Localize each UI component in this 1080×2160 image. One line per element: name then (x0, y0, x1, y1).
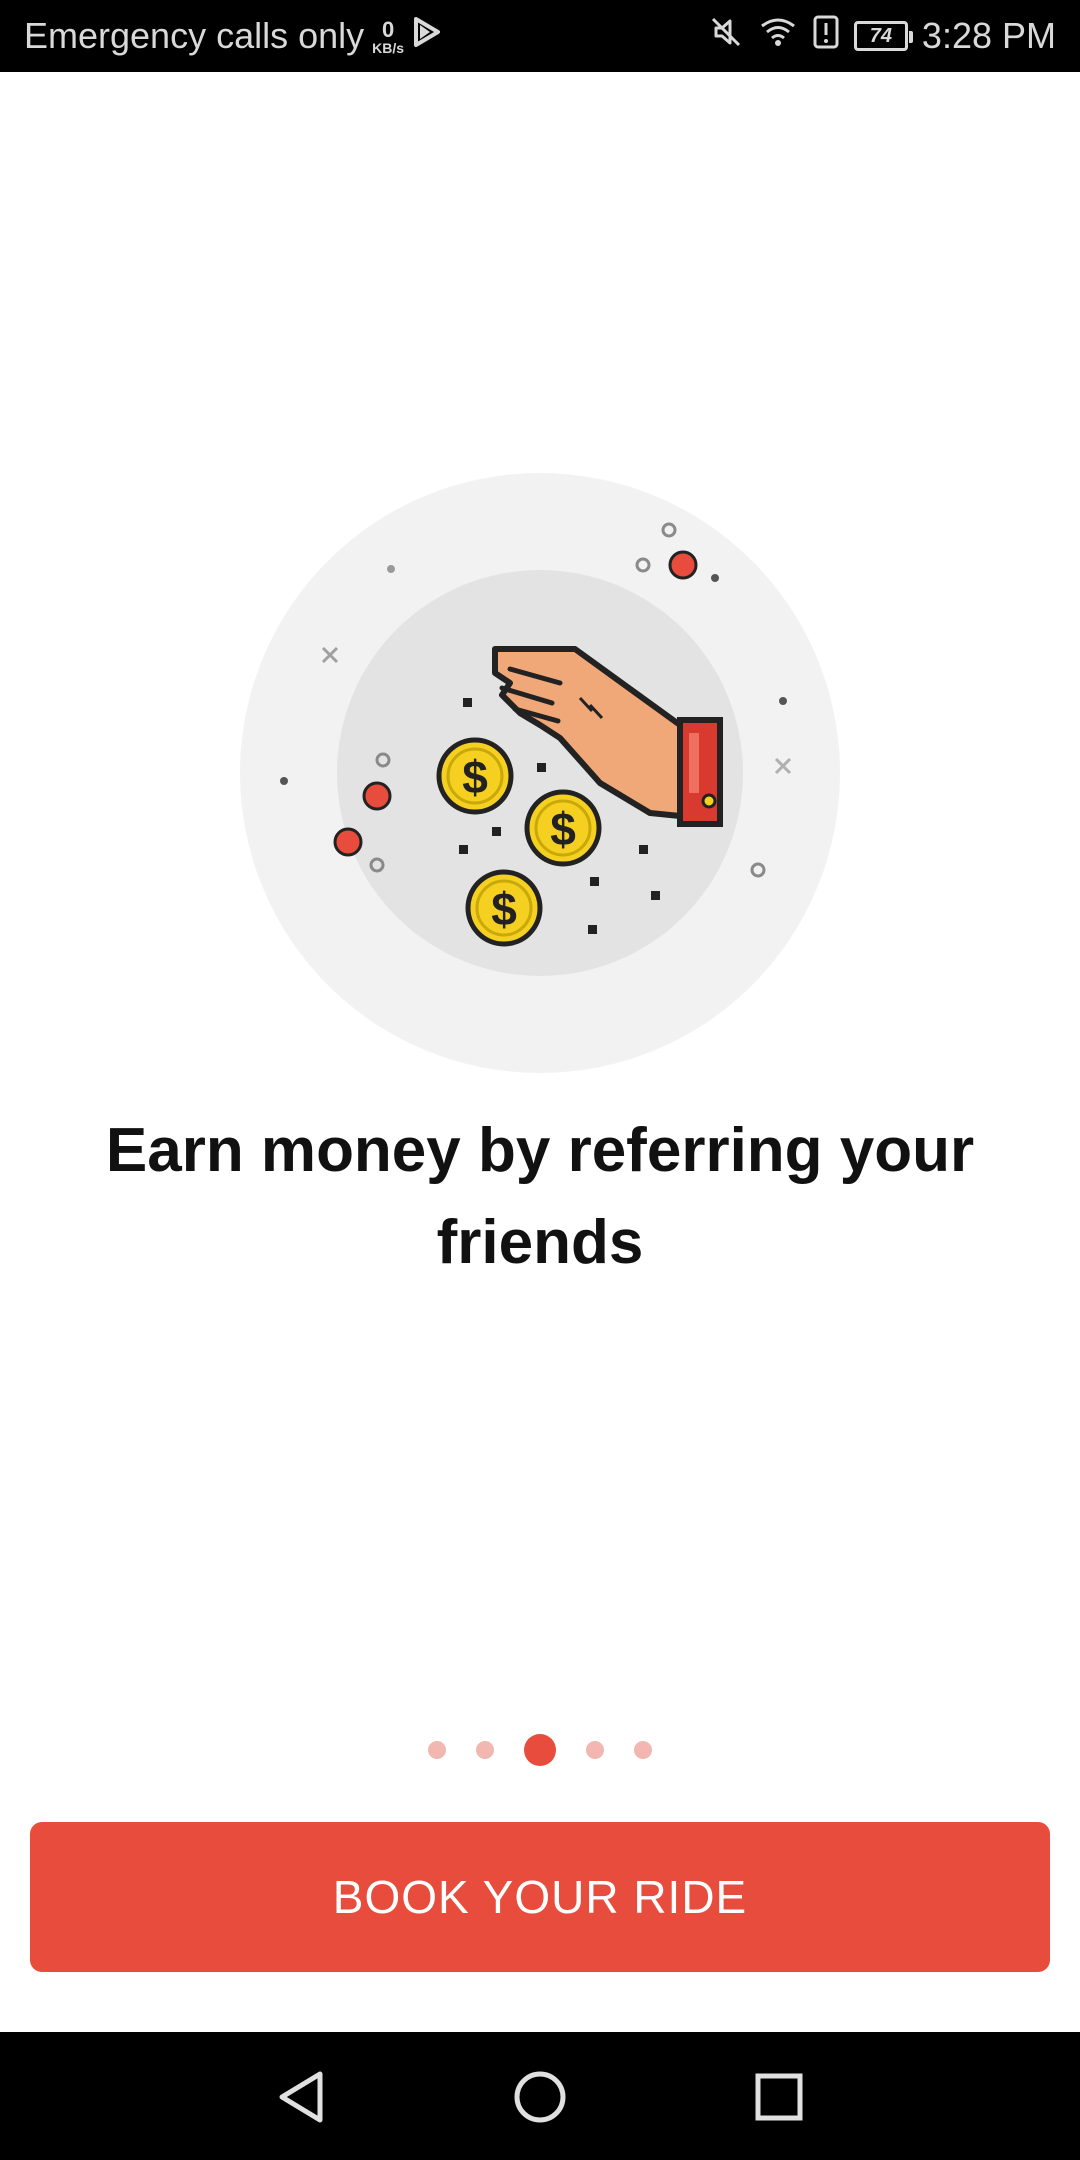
page-dot[interactable] (586, 1741, 604, 1759)
book-ride-button[interactable]: BOOK YOUR RIDE (30, 1822, 1050, 1972)
carrier-text: Emergency calls only (24, 15, 365, 56)
home-icon[interactable] (505, 2062, 575, 2132)
net-speed-value: 0 (381, 17, 395, 42)
coin-icon: $ (465, 869, 543, 947)
net-speed-unit: KB/s (372, 40, 405, 56)
onboarding-title: Earn money by referring your friends (105, 1116, 975, 1277)
clock: 3:28 PM (921, 15, 1056, 56)
page-indicator (0, 1732, 1080, 1768)
page-dot[interactable] (634, 1741, 652, 1759)
svg-text:$: $ (462, 751, 488, 803)
wifi-icon (758, 14, 798, 59)
hand-dropping-coins-icon: $ $ $ (240, 473, 840, 1073)
svg-text:$: $ (491, 883, 517, 935)
battery-icon: 74 (853, 21, 913, 51)
page-dot-active[interactable] (524, 1734, 556, 1766)
mute-icon (708, 14, 744, 59)
play-store-icon (410, 15, 444, 58)
svg-text:$: $ (550, 803, 576, 855)
back-icon[interactable] (266, 2062, 336, 2132)
navigation-bar (0, 2032, 1080, 2160)
battery-level: 74 (869, 24, 893, 47)
recents-icon[interactable] (744, 2062, 814, 2132)
status-bar: Emergency calls only 0 KB/s 74 3:28 PM (0, 0, 1080, 72)
coin-icon: $ (436, 737, 514, 815)
coin-icon: $ (524, 789, 602, 867)
page-dot[interactable] (476, 1741, 494, 1759)
alert-icon (812, 14, 840, 59)
status-right: 74 3:28 PM (708, 0, 1056, 72)
status-left: Emergency calls only 0 KB/s (24, 0, 444, 72)
net-speed: 0 KB/s (372, 17, 405, 56)
onboarding-screen: Emergency calls only 0 KB/s 74 3:28 PM $… (0, 0, 1080, 2160)
page-dot[interactable] (428, 1741, 446, 1759)
